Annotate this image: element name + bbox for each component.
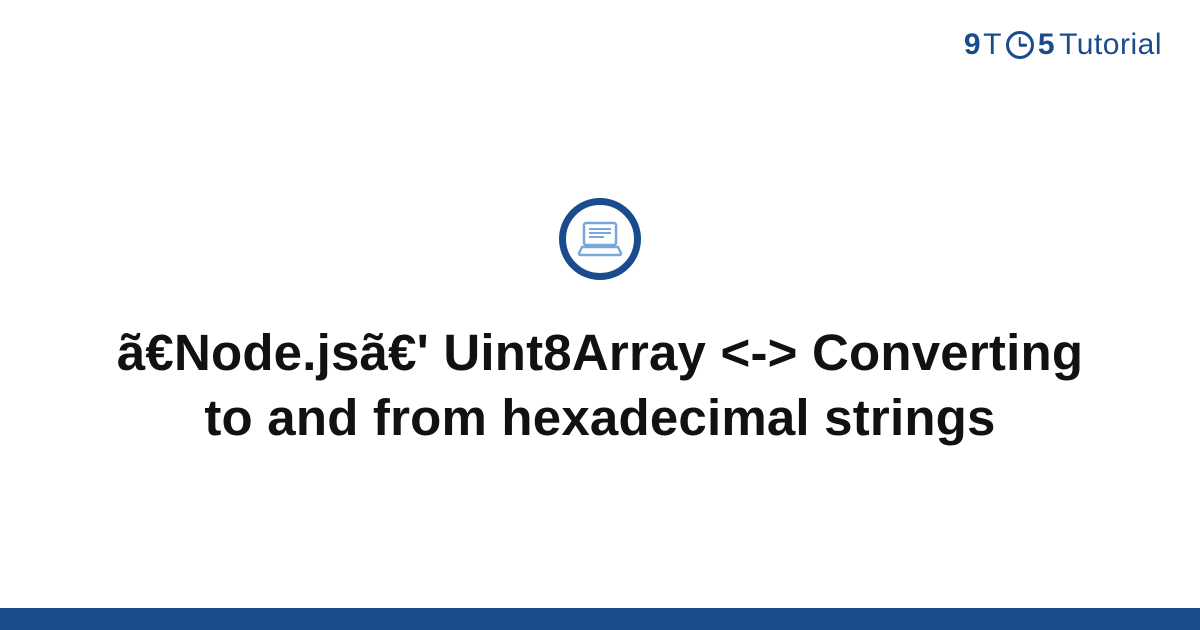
footer-bar [0, 608, 1200, 630]
laptop-icon [559, 198, 641, 280]
page-title: ã€Node.jsã€' Uint8Array <-> Converting t… [100, 320, 1100, 451]
hero-content: ã€Node.jsã€' Uint8Array <-> Converting t… [0, 0, 1200, 608]
